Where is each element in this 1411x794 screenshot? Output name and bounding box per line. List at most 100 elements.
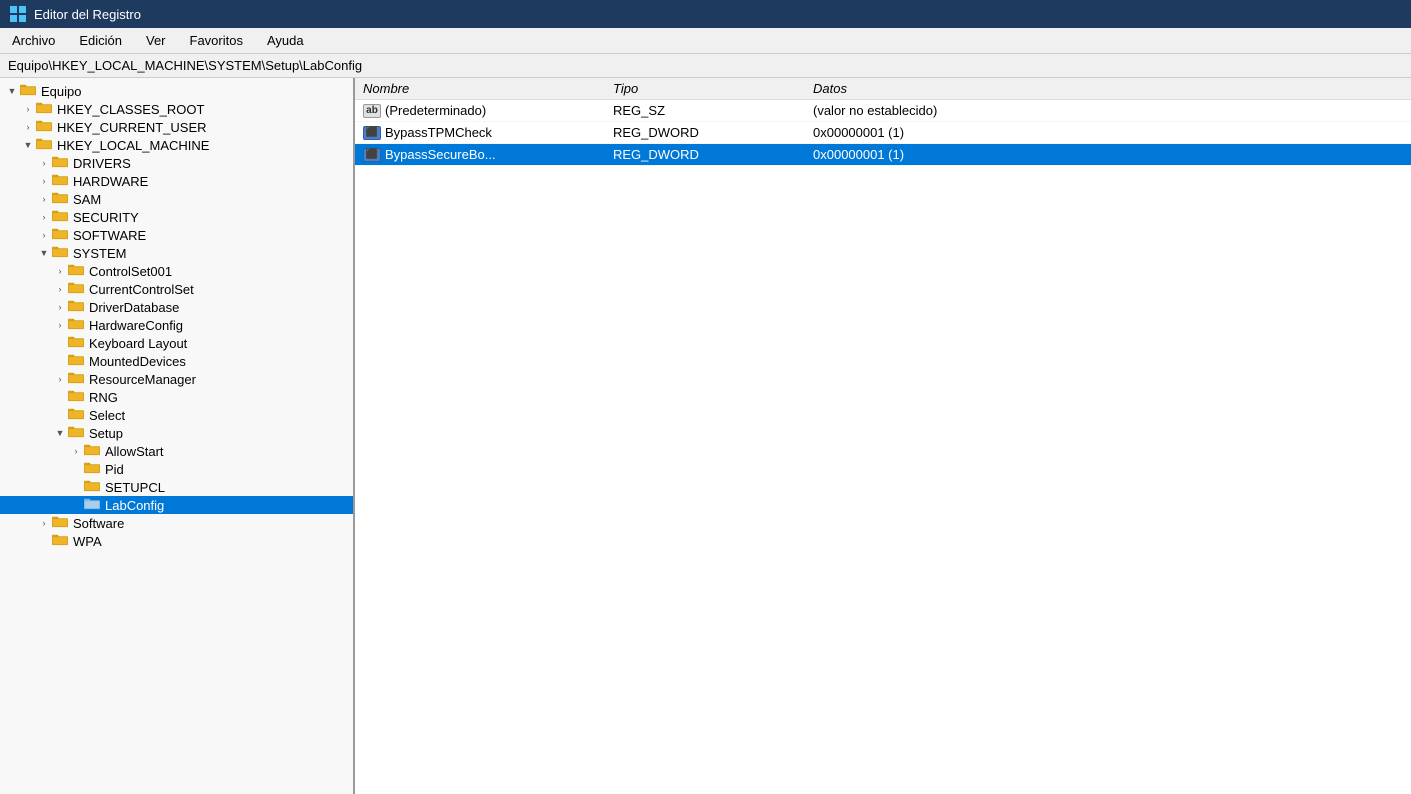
folder-icon-setupcl [84,479,102,495]
folder-icon-currentcontrolset [68,281,86,297]
folder-icon-classes-root [36,101,54,117]
folder-icon-current-user [36,119,54,135]
tree-item-hardwareconfig[interactable]: › HardwareConfig [0,316,353,334]
tree-item-setup[interactable]: ▼ Setup [0,424,353,442]
tree-item-system[interactable]: ▼ SYSTEM [0,244,353,262]
folder-icon-equipo [20,83,38,99]
table-row[interactable]: ⬛BypassTPMCheck REG_DWORD 0x00000001 (1) [355,122,1411,144]
menu-ayuda[interactable]: Ayuda [263,31,308,50]
tree-label-wpa: WPA [73,534,102,549]
folder-icon-drivers [52,155,70,171]
reg-icon-dword: ⬛ [363,126,381,140]
reg-icon-dword: ⬛ [363,148,381,162]
folder-icon-hardwareconfig [68,317,86,333]
tree-label-local-machine: HKEY_LOCAL_MACHINE [57,138,209,153]
tree-item-select[interactable]: › Select [0,406,353,424]
tree-item-currentcontrolset[interactable]: › CurrentControlSet [0,280,353,298]
tree-label-setupcl: SETUPCL [105,480,165,495]
tree-label-hardwareconfig: HardwareConfig [89,318,183,333]
chevron-setup: ▼ [52,428,68,438]
tree-item-allowstart[interactable]: › AllowStart [0,442,353,460]
tree-label-resourcemanager: ResourceManager [89,372,196,387]
data-panel: Nombre Tipo Datos ab(Predeterminado) REG… [355,78,1411,794]
tree-item-resourcemanager[interactable]: › ResourceManager [0,370,353,388]
tree-label-software2: Software [73,516,124,531]
tree-item-setupcl[interactable]: › SETUPCL [0,478,353,496]
chevron-drivers: › [36,158,52,168]
folder-icon-sam [52,191,70,207]
folder-icon-mounteddevices [68,353,86,369]
tree-item-mounteddevices[interactable]: › MountedDevices [0,352,353,370]
tree-label-sam: SAM [73,192,101,207]
registry-table: Nombre Tipo Datos ab(Predeterminado) REG… [355,78,1411,166]
chevron-local-machine: ▼ [20,140,36,150]
chevron-resourcemanager: › [52,374,68,384]
folder-icon-security [52,209,70,225]
tree-item-hkey-local-machine[interactable]: ▼ HKEY_LOCAL_MACHINE [0,136,353,154]
cell-data: (valor no establecido) [805,100,1411,122]
tree-item-hkey-classes-root[interactable]: › HKEY_CLASSES_ROOT [0,100,353,118]
col-datos[interactable]: Datos [805,78,1411,100]
tree-item-sam[interactable]: › SAM [0,190,353,208]
tree-item-hkey-current-user[interactable]: › HKEY_CURRENT_USER [0,118,353,136]
tree-label-system: SYSTEM [73,246,126,261]
chevron-hardwareconfig: › [52,320,68,330]
col-nombre[interactable]: Nombre [355,78,605,100]
title-bar: Editor del Registro [0,0,1411,28]
folder-icon-system [52,245,70,261]
cell-data: 0x00000001 (1) [805,122,1411,144]
tree-item-software2[interactable]: › Software [0,514,353,532]
tree-item-software-hlm[interactable]: › SOFTWARE [0,226,353,244]
folder-icon-local-machine [36,137,54,153]
menu-archivo[interactable]: Archivo [8,31,59,50]
tree-item-equipo[interactable]: ▼ Equipo [0,82,353,100]
tree-item-security[interactable]: › SECURITY [0,208,353,226]
menu-edicion[interactable]: Edición [75,31,126,50]
tree-item-pid[interactable]: › Pid [0,460,353,478]
tree-label-software-hlm: SOFTWARE [73,228,146,243]
tree-item-rng[interactable]: › RNG [0,388,353,406]
folder-icon-wpa [52,533,70,549]
cell-data: 0x00000001 (1) [805,144,1411,166]
tree-item-labconfig[interactable]: › LabConfig [0,496,353,514]
tree-item-hardware[interactable]: › HARDWARE [0,172,353,190]
menu-favoritos[interactable]: Favoritos [186,31,247,50]
cell-name: ⬛BypassSecureBo... [355,144,605,166]
tree-item-keyboardlayout[interactable]: › Keyboard Layout [0,334,353,352]
tree-label-allowstart: AllowStart [105,444,164,459]
tree-label-pid: Pid [105,462,124,477]
tree-item-drivers[interactable]: › DRIVERS [0,154,353,172]
reg-icon-ab: ab [363,104,381,118]
tree-label-select: Select [89,408,125,423]
tree-label-currentcontrolset: CurrentControlSet [89,282,194,297]
tree-item-driverdatabase[interactable]: › DriverDatabase [0,298,353,316]
folder-icon-allowstart [84,443,102,459]
tree-label-equipo: Equipo [41,84,81,99]
title-bar-text: Editor del Registro [34,7,141,22]
table-row[interactable]: ⬛BypassSecureBo... REG_DWORD 0x00000001 … [355,144,1411,166]
tree-item-controlset001[interactable]: › ControlSet001 [0,262,353,280]
folder-icon-hardware [52,173,70,189]
folder-icon-keyboardlayout [68,335,86,351]
folder-icon-software2 [52,515,70,531]
tree-item-wpa[interactable]: › WPA [0,532,353,550]
chevron-sam: › [36,194,52,204]
tree-label-security: SECURITY [73,210,139,225]
folder-icon-rng [68,389,86,405]
tree-label-setup: Setup [89,426,123,441]
cell-type: REG_DWORD [605,144,805,166]
cell-name: ⬛BypassTPMCheck [355,122,605,144]
tree-label-driverdatabase: DriverDatabase [89,300,179,315]
tree-panel[interactable]: ▼ Equipo › HKEY_CLASSES_ROOT › [0,78,355,794]
tree-label-keyboardlayout: Keyboard Layout [89,336,187,351]
tree-label-rng: RNG [89,390,118,405]
menu-ver[interactable]: Ver [142,31,170,50]
tree-label-classes-root: HKEY_CLASSES_ROOT [57,102,204,117]
chevron-equipo: ▼ [4,86,20,96]
cell-type: REG_DWORD [605,122,805,144]
cell-name: ab(Predeterminado) [355,100,605,122]
col-tipo[interactable]: Tipo [605,78,805,100]
chevron-system: ▼ [36,248,52,258]
table-row[interactable]: ab(Predeterminado) REG_SZ (valor no esta… [355,100,1411,122]
chevron-software2: › [36,518,52,528]
